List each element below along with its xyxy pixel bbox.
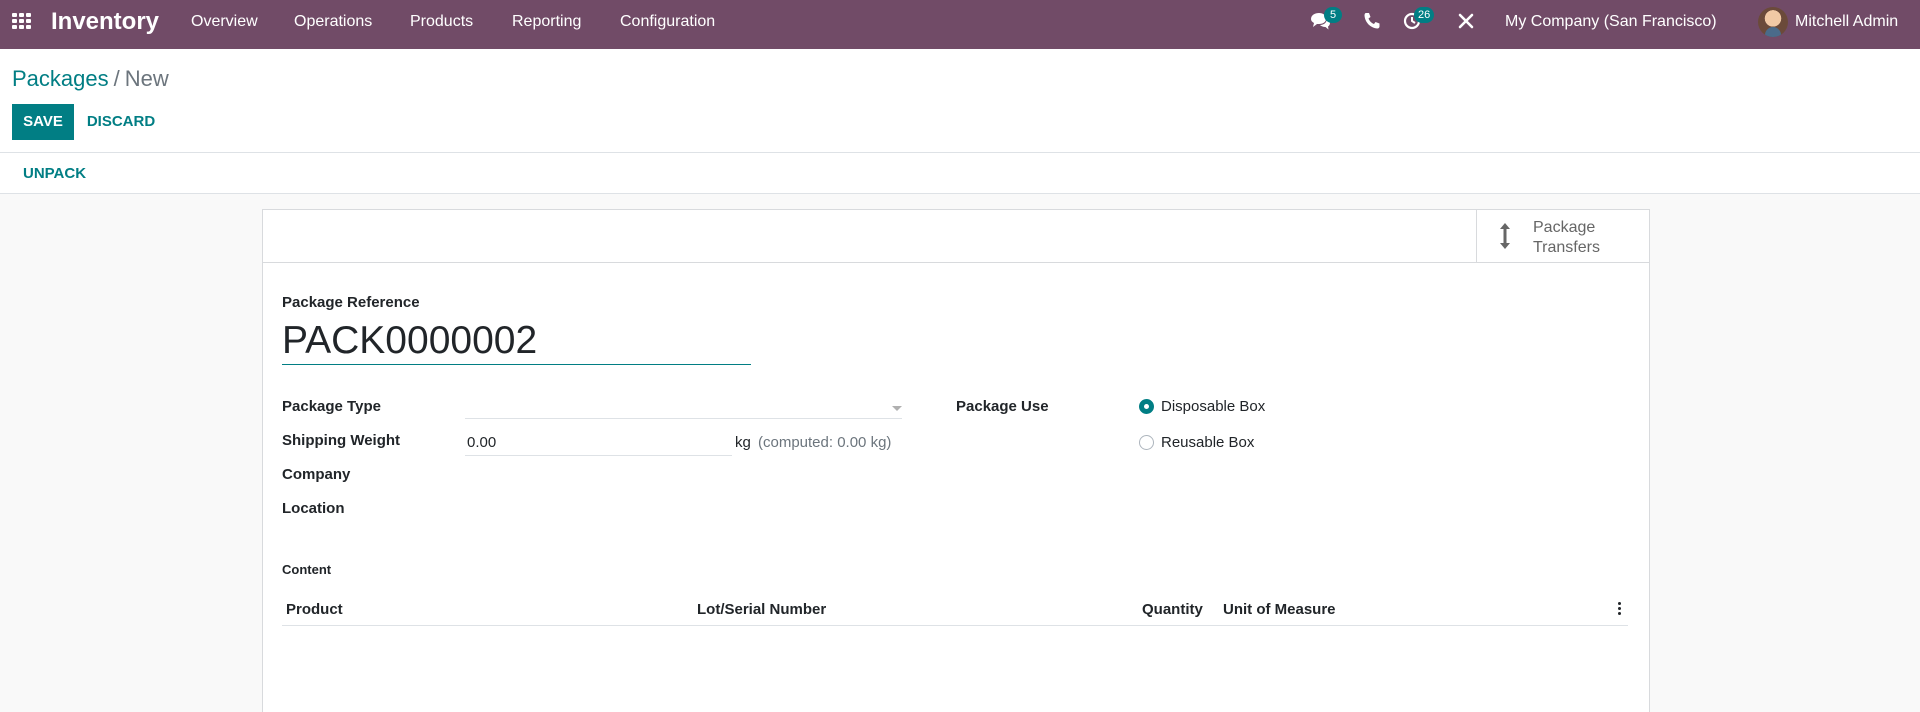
- content-table-header: Product Lot/Serial Number Quantity Unit …: [282, 592, 1628, 626]
- discard-button[interactable]: DISCARD: [82, 104, 160, 140]
- user-menu[interactable]: Mitchell Admin: [1795, 0, 1898, 43]
- menu-operations[interactable]: Operations: [294, 0, 372, 43]
- chevron-down-icon: [892, 406, 902, 411]
- shipping-weight-input[interactable]: [465, 430, 732, 456]
- menu-overview[interactable]: Overview: [191, 0, 258, 43]
- menu-products[interactable]: Products: [410, 0, 473, 43]
- control-panel: Packages / New SAVE DISCARD: [0, 49, 1920, 153]
- app-name[interactable]: Inventory: [51, 0, 159, 43]
- shipping-weight-label: Shipping Weight: [282, 432, 401, 449]
- column-lot-serial[interactable]: Lot/Serial Number: [697, 601, 826, 618]
- vertical-arrows-icon: [1499, 222, 1511, 250]
- disposable-box-radio[interactable]: [1139, 399, 1154, 414]
- top-navbar: Inventory Overview Operations Products R…: [0, 0, 1920, 49]
- unpack-button[interactable]: UNPACK: [12, 159, 97, 189]
- reusable-box-label[interactable]: Reusable Box: [1161, 434, 1254, 451]
- messages-badge: 5: [1324, 7, 1342, 23]
- save-button[interactable]: SAVE: [12, 104, 74, 140]
- phone-icon[interactable]: [1361, 10, 1383, 32]
- breadcrumb: Packages / New: [12, 66, 169, 92]
- breadcrumb-current: New: [124, 66, 169, 91]
- breadcrumb-packages[interactable]: Packages: [12, 66, 109, 91]
- package-use-label: Package Use: [956, 398, 1049, 415]
- column-unit-of-measure[interactable]: Unit of Measure: [1223, 601, 1336, 618]
- column-product[interactable]: Product: [286, 601, 343, 618]
- optional-columns-icon[interactable]: [1618, 602, 1622, 616]
- button-box: Package Transfers: [263, 210, 1649, 263]
- disposable-box-label[interactable]: Disposable Box: [1161, 398, 1265, 415]
- activities-badge: 26: [1414, 7, 1435, 23]
- breadcrumb-separator: /: [113, 66, 120, 91]
- package-transfers-button[interactable]: Package Transfers: [1476, 210, 1649, 262]
- package-reference-input[interactable]: [282, 318, 751, 365]
- form-statusbar: UNPACK: [0, 153, 1920, 194]
- package-transfers-label: Package Transfers: [1533, 219, 1600, 256]
- debug-tools-icon[interactable]: [1455, 10, 1477, 32]
- package-type-select[interactable]: [465, 393, 902, 419]
- form-sheet: Package Transfers Package Reference Pack…: [262, 209, 1650, 712]
- content-section-label: Content: [282, 562, 332, 577]
- location-label: Location: [282, 500, 345, 517]
- column-quantity[interactable]: Quantity: [1142, 601, 1203, 618]
- menu-reporting[interactable]: Reporting: [512, 0, 581, 43]
- package-reference-label: Package Reference: [282, 294, 420, 311]
- company-label: Company: [282, 466, 351, 483]
- computed-weight: (computed: 0.00 kg): [758, 434, 892, 451]
- reusable-box-radio[interactable]: [1139, 435, 1154, 450]
- company-switcher[interactable]: My Company (San Francisco): [1505, 0, 1717, 43]
- weight-unit: kg: [735, 434, 751, 451]
- menu-configuration[interactable]: Configuration: [620, 0, 715, 43]
- package-type-label: Package Type: [282, 398, 381, 415]
- user-avatar[interactable]: [1758, 7, 1788, 37]
- apps-menu-icon[interactable]: [12, 13, 32, 30]
